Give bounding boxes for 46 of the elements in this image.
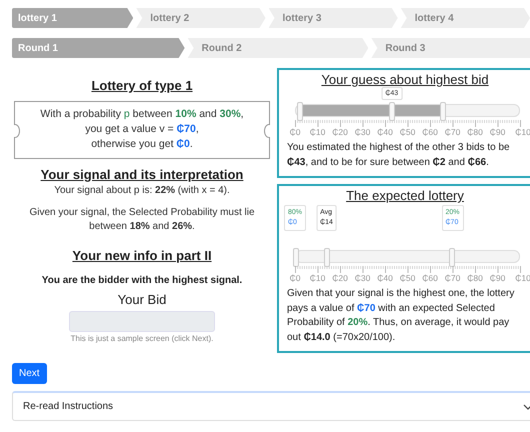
scale-label: ₵80 [467,127,483,137]
notice-text: You are the bidder with the highest signal. [42,274,242,286]
slider-handle[interactable] [440,102,446,121]
scale-label: ₵80 [467,273,483,283]
scale-label: ₵20 [332,273,348,283]
scale-label: ₵20 [332,127,348,137]
instructions-accordion[interactable]: Re-read Instructions [12,391,530,421]
chevron-icon [523,404,530,410]
slider-handle[interactable] [297,102,304,121]
round-step: Round 3 [371,38,530,58]
scale-label: ₵60 [422,273,438,283]
scale-label: ₵0 [290,127,300,137]
scale-label: ₵70 [444,127,460,137]
signal-text: Given your signal, the Selected Probability must lie between 18% and 26%. [28,206,256,234]
section-heading: Lottery of type 1 [91,78,193,93]
scale-label: ₵90 [490,127,506,137]
section-heading: Your new info in part II [72,248,212,263]
lottery-step: lottery 4 [400,8,530,28]
lottery-step: lottery 2 [136,8,266,28]
scale-label: ₵30 [354,273,370,283]
scale-label: ₵40 [377,273,393,283]
lottery-step: lottery 3 [268,8,398,28]
accordion-title: Re-read Instructions [23,401,114,412]
round-step: Round 1 [12,38,185,58]
panel-heading: The expected lottery [345,188,465,203]
scale-label: ₵10 [310,273,326,283]
section-heading: Your signal and its interpretation [40,166,244,182]
bid-label: Your Bid [118,292,166,307]
scale-label: ₵60 [422,127,438,137]
round-step: Round 2 [188,38,368,58]
expected-explanation: Given that your signal is the highest one, the lottery pays a value of ₵70 with an expected Selected Probability of 20%. Thus, on average, it would pay out ₵14.0 (=70x20/100). [287,287,516,344]
scale-label: ₵50 [400,127,416,137]
lottery-description: With a probability p between 10% and 30%, you get a value v = ₵70, otherwise you get ₵0. [39,107,245,152]
next-button[interactable]: Next [12,363,47,384]
lottery-step: lottery 1 [12,8,134,28]
signal-text: Your signal about p is: 22% (with x = 4). [54,184,230,198]
scale-label: ₵30 [354,127,370,137]
panel-heading: Your guess about highest bid [320,72,490,87]
scale-label: ₵10 [310,127,326,137]
scale-label: ₵90 [490,273,506,283]
scale-label: ₵70 [444,273,460,283]
help-text: This is just a sample screen (click Next). [70,334,214,343]
guess-explanation: You estimated the highest of the other 3 bids to be ₵43, and to be for sure between ₵2 and ₵66. [287,141,511,170]
scale-label: ₵40 [377,127,393,137]
scale-label: ₵50 [400,273,416,283]
scale-label: ₵0 [290,273,300,283]
